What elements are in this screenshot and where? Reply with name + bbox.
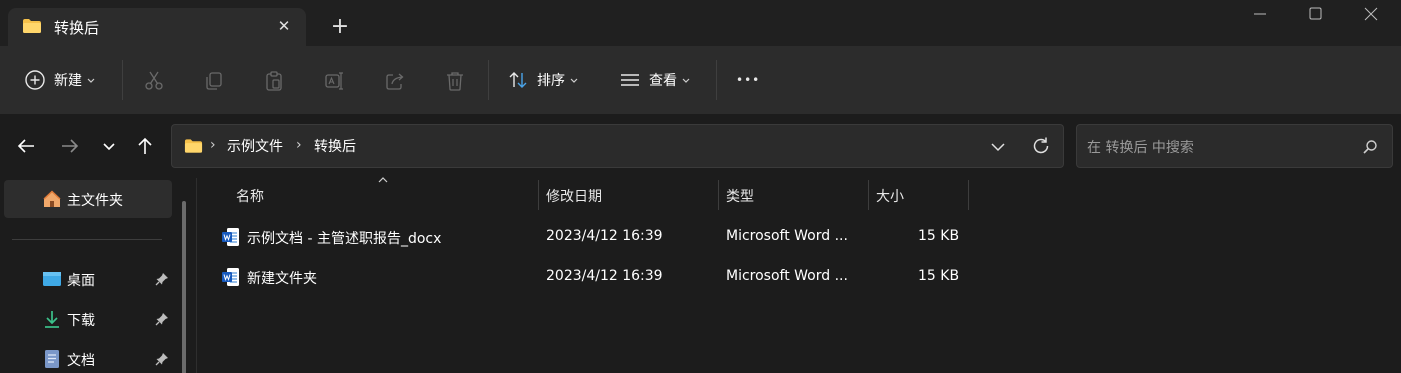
column-divider[interactable] [538, 180, 539, 210]
column-header-modified[interactable]: 修改日期 [546, 186, 602, 206]
view-button-label: 查看 [649, 73, 677, 89]
close-icon [1364, 7, 1378, 21]
file-modified: 2023/4/12 16:39 [546, 228, 663, 244]
desktop-icon [43, 272, 61, 286]
table-row[interactable]: 示例文档 - 主管述职报告_docx 2023/4/12 16:39 Micro… [212, 218, 972, 258]
title-bar: 转换后 ✕ + [0, 0, 1401, 46]
rename-icon[interactable] [323, 70, 345, 92]
chevron-down-icon[interactable] [988, 137, 1008, 157]
sort-caret-icon [378, 177, 388, 183]
view-button[interactable]: 查看 [619, 60, 691, 100]
close-window-button[interactable] [1348, 0, 1394, 30]
sort-button[interactable]: 排序 [507, 60, 579, 100]
sidebar-scrollbar[interactable] [182, 201, 186, 373]
file-name: 新建文件夹 [247, 271, 317, 287]
breadcrumb-item[interactable]: 转换后 [314, 136, 356, 156]
search-box[interactable]: 在 转换后 中搜索 [1076, 124, 1393, 168]
sort-arrows-icon [509, 72, 527, 88]
pin-icon[interactable] [154, 311, 170, 327]
column-header-type[interactable]: 类型 [726, 186, 754, 206]
chevron-down-icon [570, 78, 578, 83]
tab-active[interactable]: 转换后 ✕ [8, 8, 306, 46]
minimize-button[interactable] [1237, 0, 1283, 30]
toolbar-divider [488, 60, 489, 100]
more-options-label: ••• [736, 73, 761, 87]
navigation-pane: 主文件夹 桌面 下载 文档 [0, 178, 190, 373]
column-divider[interactable] [868, 180, 869, 210]
command-bar: 新建 排序 查看 ••• [0, 46, 1401, 114]
refresh-icon[interactable] [1030, 135, 1052, 157]
share-icon[interactable] [384, 70, 406, 92]
tab-close-button[interactable]: ✕ [274, 16, 294, 36]
up-arrow-icon[interactable] [133, 134, 157, 158]
minimize-icon [1254, 13, 1266, 15]
recent-locations-chevron-icon[interactable] [97, 134, 121, 158]
column-header-size[interactable]: 大小 [876, 186, 904, 206]
column-header-name[interactable]: 名称 [236, 186, 264, 206]
word-document-icon [222, 268, 239, 286]
new-button[interactable]: 新建 [24, 60, 96, 100]
address-bar[interactable]: › 示例文件 › 转换后 [171, 124, 1064, 168]
sidebar-item-desktop[interactable]: 桌面 [4, 261, 172, 297]
file-type: Microsoft Word ... [726, 268, 848, 284]
pin-icon[interactable] [154, 351, 170, 367]
back-arrow-icon[interactable] [14, 134, 38, 158]
maximize-icon [1309, 7, 1322, 20]
forward-arrow-icon[interactable] [58, 134, 82, 158]
search-input[interactable]: 在 转换后 中搜索 [1087, 137, 1194, 157]
sidebar-item-downloads[interactable]: 下载 [4, 301, 172, 337]
toolbar-divider [122, 60, 123, 100]
tab-title: 转换后 [54, 19, 100, 37]
sidebar-item-home[interactable]: 主文件夹 [4, 180, 172, 218]
sidebar-item-label: 下载 [67, 313, 95, 329]
table-row[interactable]: 新建文件夹 2023/4/12 16:39 Microsoft Word ...… [212, 258, 972, 298]
file-size: 15 KB [918, 228, 960, 244]
breadcrumb-separator: › [296, 137, 302, 153]
toolbar-gap [0, 114, 1401, 122]
word-document-icon [222, 228, 239, 246]
document-icon [45, 350, 59, 368]
view-list-icon [621, 74, 639, 86]
copy-icon[interactable] [203, 70, 225, 92]
folder-icon [184, 139, 203, 153]
new-button-label: 新建 [54, 73, 82, 89]
search-icon [1363, 140, 1377, 154]
delete-icon[interactable] [444, 70, 466, 92]
paste-icon[interactable] [263, 70, 285, 92]
toolbar-divider [716, 60, 717, 100]
maximize-button[interactable] [1292, 0, 1338, 30]
column-divider[interactable] [968, 180, 969, 210]
cut-icon[interactable] [143, 70, 165, 92]
column-divider[interactable] [718, 180, 719, 210]
sidebar-item-label: 主文件夹 [67, 193, 123, 209]
sidebar-item-label: 桌面 [67, 273, 95, 289]
more-options-button[interactable]: ••• [736, 60, 760, 100]
file-type: Microsoft Word ... [726, 228, 848, 244]
breadcrumb-item[interactable]: 示例文件 [227, 136, 283, 156]
chevron-down-icon [87, 78, 95, 83]
sidebar-item-documents[interactable]: 文档 [4, 341, 172, 373]
pane-divider[interactable] [196, 178, 197, 373]
new-tab-button[interactable]: + [328, 15, 352, 39]
breadcrumb-separator: › [210, 137, 216, 153]
home-icon [43, 190, 61, 207]
pin-icon[interactable] [154, 271, 170, 287]
sidebar-item-label: 文档 [67, 353, 95, 369]
file-modified: 2023/4/12 16:39 [546, 268, 663, 284]
sidebar-divider [12, 239, 162, 240]
add-circle-icon [25, 70, 45, 90]
file-size: 15 KB [918, 268, 960, 284]
download-icon [45, 311, 59, 328]
file-name: 示例文档 - 主管述职报告_docx [247, 231, 442, 247]
folder-icon [23, 19, 41, 33]
sort-button-label: 排序 [537, 73, 565, 89]
chevron-down-icon [682, 78, 690, 83]
